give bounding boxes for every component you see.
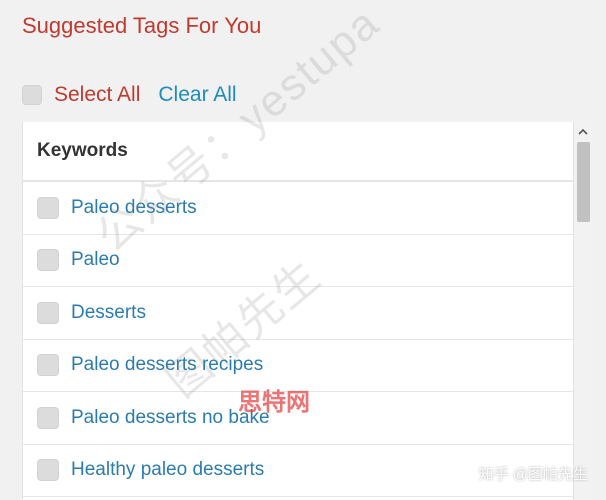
- keyword-checkbox[interactable]: [37, 301, 59, 324]
- keyword-row[interactable]: Paleo: [23, 235, 574, 287]
- scroll-up-arrow[interactable]: [574, 122, 592, 140]
- keyword-label[interactable]: Paleo desserts no bake: [71, 407, 270, 429]
- suggested-tags-panel: Suggested Tags For You Select All Clear …: [0, 0, 606, 500]
- keyword-row[interactable]: Healthy paleo desserts: [23, 445, 574, 497]
- select-all-control[interactable]: Select All: [22, 83, 140, 107]
- chevron-up-icon: [578, 128, 588, 135]
- section-heading: Suggested Tags For You: [22, 13, 262, 38]
- select-all-label[interactable]: Select All: [54, 83, 140, 107]
- keyword-checkbox[interactable]: [37, 249, 59, 272]
- select-all-checkbox[interactable]: [22, 85, 42, 105]
- keyword-label[interactable]: Healthy paleo desserts: [71, 459, 264, 481]
- bulk-actions: Select All Clear All: [22, 82, 237, 108]
- keyword-checkbox[interactable]: [37, 459, 59, 482]
- scrollbar-thumb[interactable]: [577, 142, 590, 222]
- vertical-scrollbar[interactable]: [573, 122, 592, 500]
- keyword-checkbox[interactable]: [37, 406, 59, 429]
- keyword-row[interactable]: Paleo desserts recipes: [23, 340, 574, 392]
- column-header-keywords: Keywords: [23, 122, 574, 182]
- keyword-label[interactable]: Paleo: [71, 249, 120, 271]
- keyword-row[interactable]: Paleo desserts: [23, 182, 574, 235]
- keyword-checkbox[interactable]: [37, 196, 59, 219]
- keyword-list: Keywords Paleo desserts Paleo Desserts P…: [22, 122, 592, 500]
- keyword-label[interactable]: Desserts: [71, 302, 146, 324]
- keyword-row[interactable]: Desserts: [23, 287, 574, 340]
- keyword-label[interactable]: Paleo desserts: [71, 197, 197, 219]
- clear-all-link[interactable]: Clear All: [158, 83, 236, 107]
- keyword-list-content: Keywords Paleo desserts Paleo Desserts P…: [23, 122, 574, 497]
- keyword-checkbox[interactable]: [37, 354, 59, 377]
- keyword-row[interactable]: Paleo desserts no bake: [23, 392, 574, 445]
- keyword-label[interactable]: Paleo desserts recipes: [71, 354, 263, 376]
